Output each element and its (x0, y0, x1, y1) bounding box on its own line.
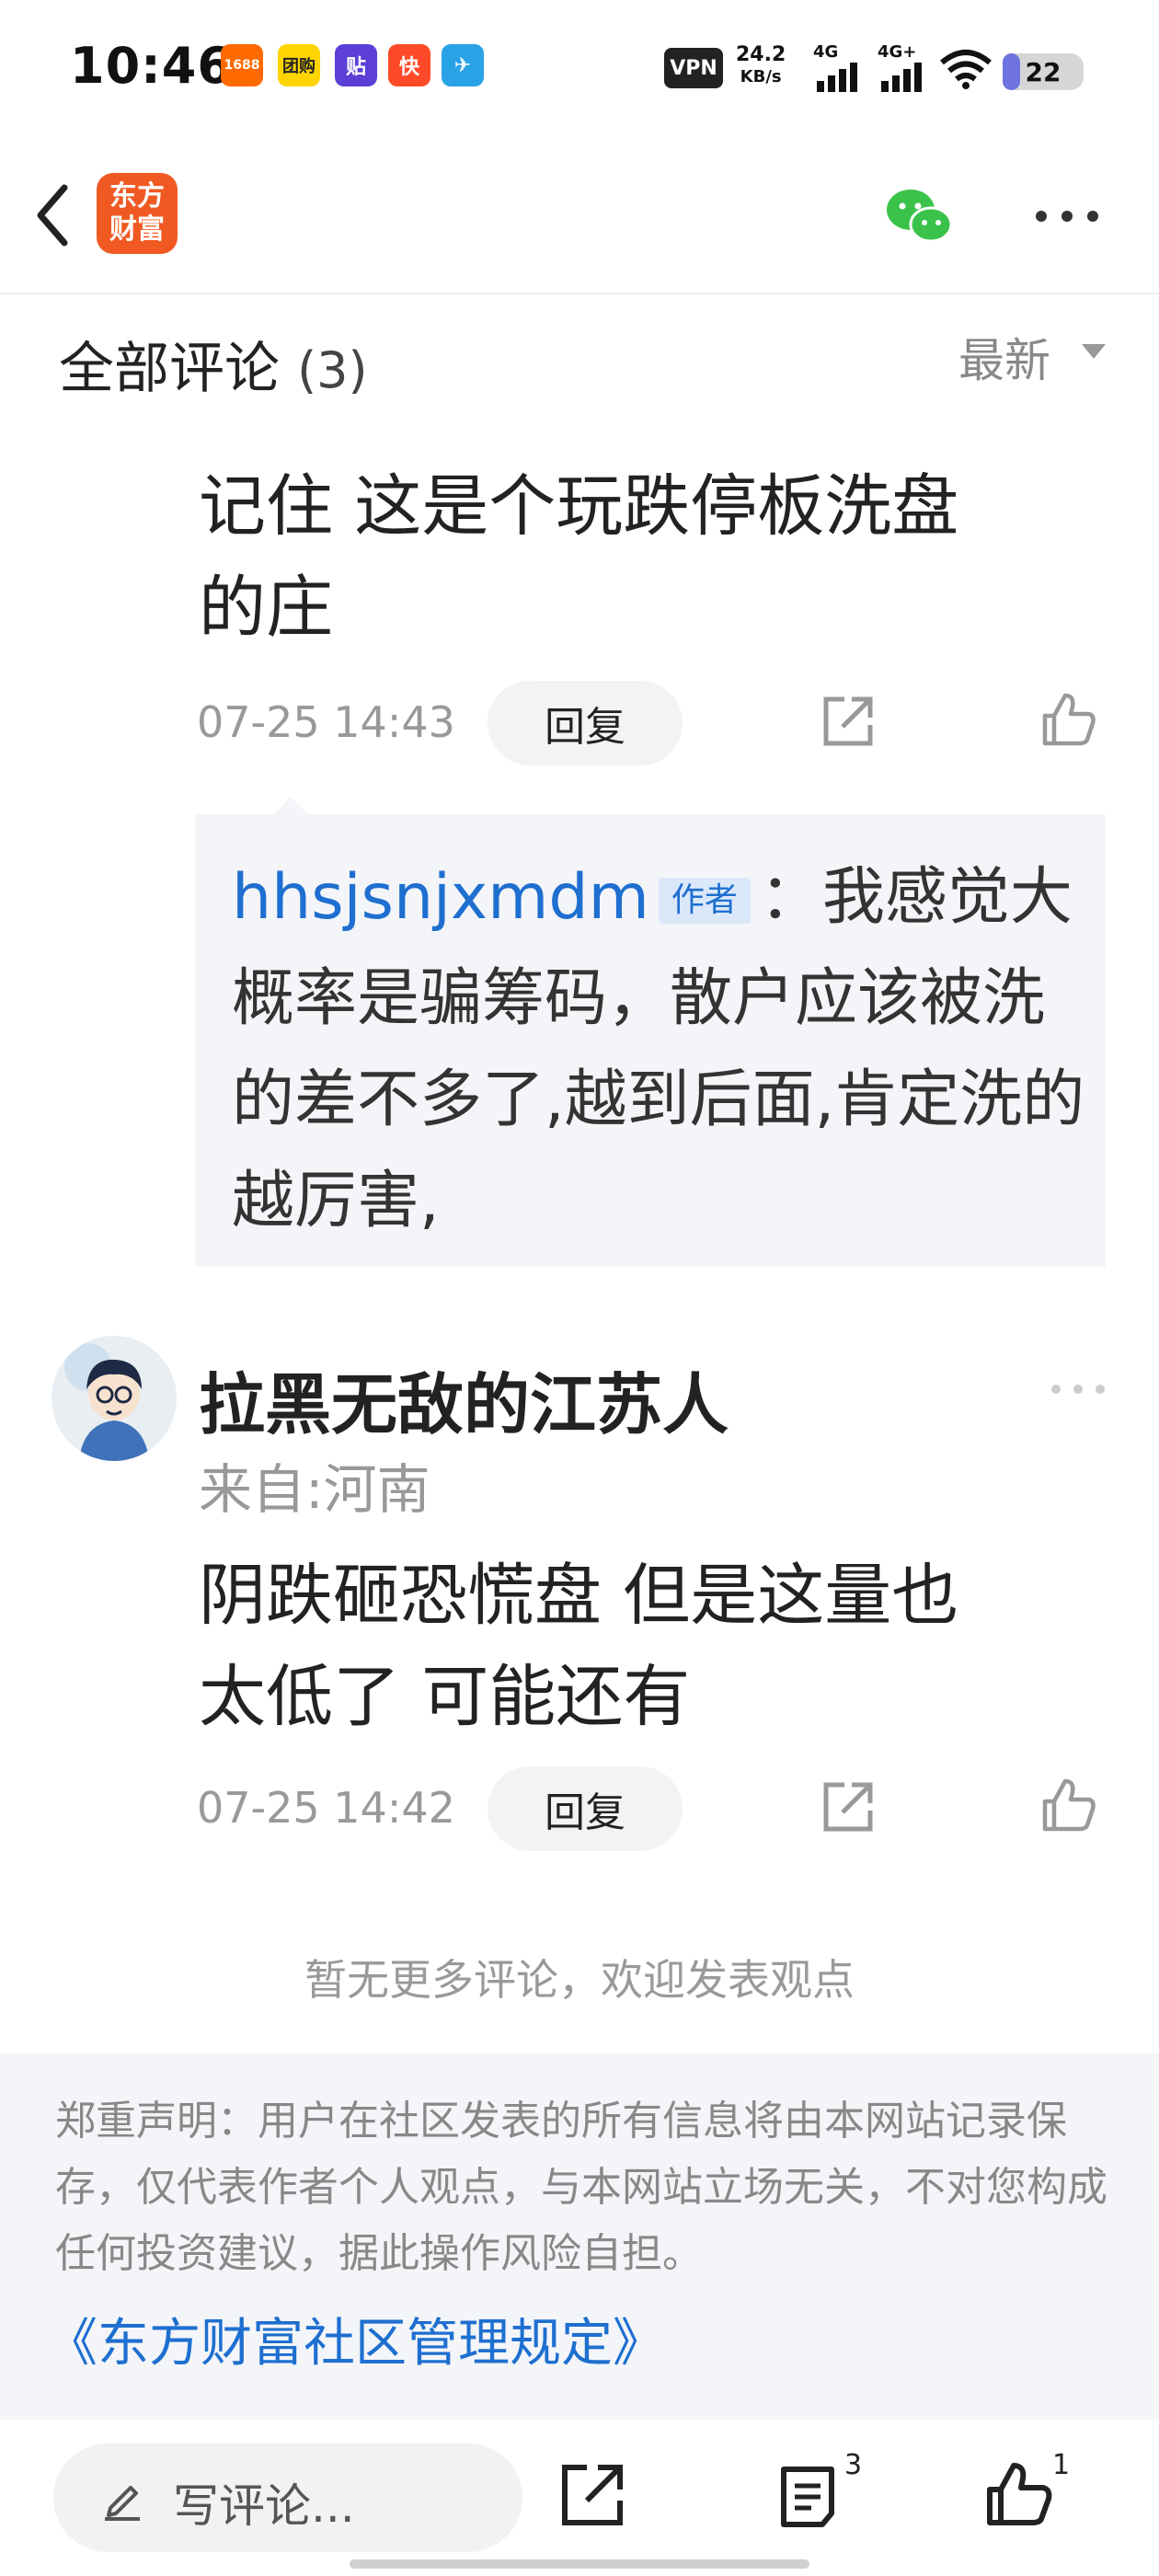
logo-line2: 财富 (109, 213, 165, 246)
nav-bar: 东方 财富 (0, 138, 1159, 294)
battery-level: 22 (1025, 56, 1061, 87)
pencil-icon (105, 2486, 140, 2521)
app-icon-kuaishou: 快 (388, 44, 430, 86)
comment-text-line: 记住 这是个玩跌停板洗盘 (199, 467, 959, 546)
no-more-comments: 暂无更多评论，欢迎发表观点 (304, 1955, 855, 2005)
quote-pointer (272, 797, 309, 815)
home-indicator[interactable] (350, 2559, 809, 2569)
network-speed-unit: KB/s (740, 67, 782, 86)
like-count-badge: 1 (1052, 2449, 1071, 2481)
like-icon[interactable] (1039, 1776, 1098, 1834)
comment-text-line: 的庄 (199, 569, 333, 647)
signal-4g-icon: 4G (813, 42, 857, 92)
comment-text-line: 阴跌砸恐慌盘 但是这量也 (199, 1557, 959, 1635)
back-arrow-icon[interactable] (28, 178, 83, 252)
reply-button[interactable]: 回复 (488, 681, 683, 765)
network-speed-value: 24.2 (736, 43, 786, 66)
app-icon-tuangou: 团购 (278, 44, 320, 86)
comments-title: 全部评论 (59, 337, 280, 401)
app-icon-tieba: 贴 (335, 44, 377, 86)
avatar[interactable] (52, 1336, 177, 1461)
comment-time: 07-25 14:42 (197, 1783, 455, 1833)
status-time: 10:46 (70, 37, 233, 95)
signal-4g-label: 4G (813, 42, 839, 62)
disclaimer-text: 郑重声明：用户在社区发表的所有信息将由本网站记录保存，仅代表作者个人观点，与本网… (55, 2098, 1107, 2277)
share-icon[interactable] (819, 1777, 878, 1836)
bottom-action-bar: 写评论... 3 1 (0, 2420, 1159, 2576)
app-icon-1688: 1688 (221, 44, 263, 86)
comments-count-badge: 3 (844, 2449, 863, 2481)
like-icon[interactable] (1039, 690, 1098, 749)
more-menu-icon[interactable] (1030, 193, 1104, 239)
comments-count: (3) (297, 341, 368, 399)
write-comment-input[interactable]: 写评论... (53, 2444, 522, 2552)
share-icon[interactable] (819, 692, 878, 751)
signal-4g-plus-label: 4G+ (878, 42, 917, 62)
reply-button[interactable]: 回复 (488, 1766, 683, 1851)
wifi-icon (940, 50, 992, 89)
eastmoney-logo[interactable]: 东方 财富 (97, 173, 178, 254)
comment-more-icon[interactable] (1049, 1380, 1107, 1398)
comments-icon[interactable] (775, 2462, 844, 2532)
write-comment-placeholder: 写评论... (173, 2479, 355, 2533)
share-icon[interactable] (557, 2460, 627, 2530)
comment-text: 阴跌砸恐慌盘 但是这量也 太低了 可能还有 (199, 1546, 1119, 1748)
quoted-reply[interactable]: hhsjsnjxmdm 作者 ：我感觉大概率是骗筹码，散户应该被洗的差不多了,越到后… (195, 814, 1106, 1267)
vpn-icon: VPN (664, 48, 723, 88)
sort-dropdown[interactable]: 最新 (958, 324, 1050, 390)
app-icon-telegram: ✈ (442, 44, 484, 86)
quoted-reply-user[interactable]: hhsjsnjxmdm (232, 861, 649, 934)
comment-text-line: 太低了 可能还有 (199, 1658, 691, 1736)
wechat-share-icon[interactable] (883, 184, 957, 248)
status-bar: 10:46 1688 团购 贴 快 ✈ VPN 24.2 KB/s 4G 4G+ (0, 0, 1159, 138)
quoted-reply-text: hhsjsnjxmdm 作者 ：我感觉大概率是骗筹码，散户应该被洗的差不多了,越到后… (232, 847, 1096, 1252)
community-rules-link[interactable]: 《东方财富社区管理规定》 (46, 2302, 664, 2376)
author-badge: 作者 (658, 878, 751, 925)
caret-down-icon[interactable] (1082, 344, 1106, 359)
network-speed: 24.2 KB/s (736, 44, 786, 88)
disclaimer-section: 郑重声明：用户在社区发表的所有信息将由本网站记录保存，仅代表作者个人观点，与本网… (0, 2053, 1159, 2420)
comment-username[interactable]: 拉黑无敌的江苏人 (199, 1351, 729, 1447)
comments-header: 全部评论 (3) (59, 324, 368, 404)
like-icon[interactable] (984, 2460, 1054, 2530)
logo-line1: 东方 (109, 180, 165, 213)
comment-time: 07-25 14:43 (197, 697, 455, 747)
comment-location: 来自:河南 (199, 1458, 430, 1521)
comment-text: 记住 这是个玩跌停板洗盘 的庄 (199, 456, 1119, 659)
signal-4g-plus-icon: 4G+ (878, 42, 922, 92)
